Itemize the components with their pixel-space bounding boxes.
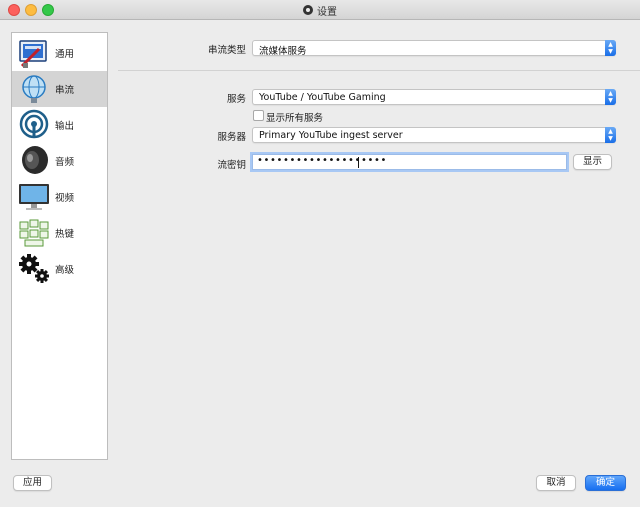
gears-icon — [17, 253, 51, 285]
sidebar-item-label: 高级 — [55, 265, 75, 276]
stream-key-input[interactable]: •••••••••••••••••••• — [252, 154, 567, 170]
service-label: 服务 — [226, 94, 246, 105]
apply-button[interactable]: 应用 — [13, 475, 52, 491]
service-value: YouTube / YouTube Gaming — [259, 92, 386, 103]
sidebar-item-output[interactable]: 输出 — [12, 107, 107, 143]
stream-key-label: 流密钥 — [217, 160, 246, 171]
sidebar-item-label: 视频 — [55, 193, 75, 204]
sidebar-item-label: 热键 — [55, 229, 75, 240]
cancel-button[interactable]: 取消 — [536, 475, 576, 491]
show-all-services-checkbox[interactable] — [253, 110, 264, 121]
sidebar-item-audio[interactable]: 音频 — [12, 143, 107, 179]
stream-type-value: 流媒体服务 — [259, 46, 307, 57]
chevron-updown-icon: ▲ ▼ — [605, 127, 616, 143]
sidebar-item-video[interactable]: 视频 — [12, 179, 107, 215]
show-key-button[interactable]: 显示 — [573, 154, 612, 170]
speaker-icon — [17, 145, 51, 177]
monitor-icon — [17, 181, 51, 213]
window-title-group: 设置 — [0, 0, 640, 20]
sidebar-item-label: 输出 — [55, 121, 75, 132]
stream-key-value: •••••••••••••••••••• — [257, 155, 387, 166]
settings-sidebar: 通用 串流 输出 音频 视频 热键 高级 — [11, 32, 108, 460]
server-value: Primary YouTube ingest server — [259, 130, 403, 141]
stream-type-label: 串流类型 — [207, 45, 246, 56]
sidebar-item-hotkeys[interactable]: 热键 — [12, 215, 107, 251]
keyboard-icon — [17, 217, 51, 249]
window-title: 设置 — [317, 6, 337, 18]
sidebar-item-label: 通用 — [55, 49, 75, 60]
sidebar-item-advanced[interactable]: 高级 — [12, 251, 107, 287]
ok-button[interactable]: 确定 — [585, 475, 626, 491]
chevron-updown-icon: ▲ ▼ — [605, 40, 616, 56]
show-all-services-label[interactable]: 显示所有服务 — [266, 110, 323, 124]
chevron-updown-icon: ▲ ▼ — [605, 89, 616, 105]
server-label: 服务器 — [217, 132, 246, 143]
sidebar-item-stream[interactable]: 串流 — [12, 71, 107, 107]
text-caret — [358, 157, 359, 168]
service-select[interactable]: YouTube / YouTube Gaming ▲ ▼ — [252, 89, 616, 105]
title-bar: 设置 — [0, 0, 640, 20]
stream-globe-icon — [17, 73, 51, 105]
sidebar-item-label: 串流 — [55, 85, 75, 96]
stream-type-select[interactable]: 流媒体服务 ▲ ▼ — [252, 40, 616, 57]
obs-app-icon — [303, 5, 313, 15]
general-settings-icon — [17, 37, 51, 69]
sidebar-item-general[interactable]: 通用 — [12, 35, 107, 71]
server-select[interactable]: Primary YouTube ingest server ▲ ▼ — [252, 127, 616, 143]
section-divider — [118, 70, 640, 71]
output-broadcast-icon — [17, 109, 51, 141]
sidebar-item-label: 音频 — [55, 157, 75, 168]
